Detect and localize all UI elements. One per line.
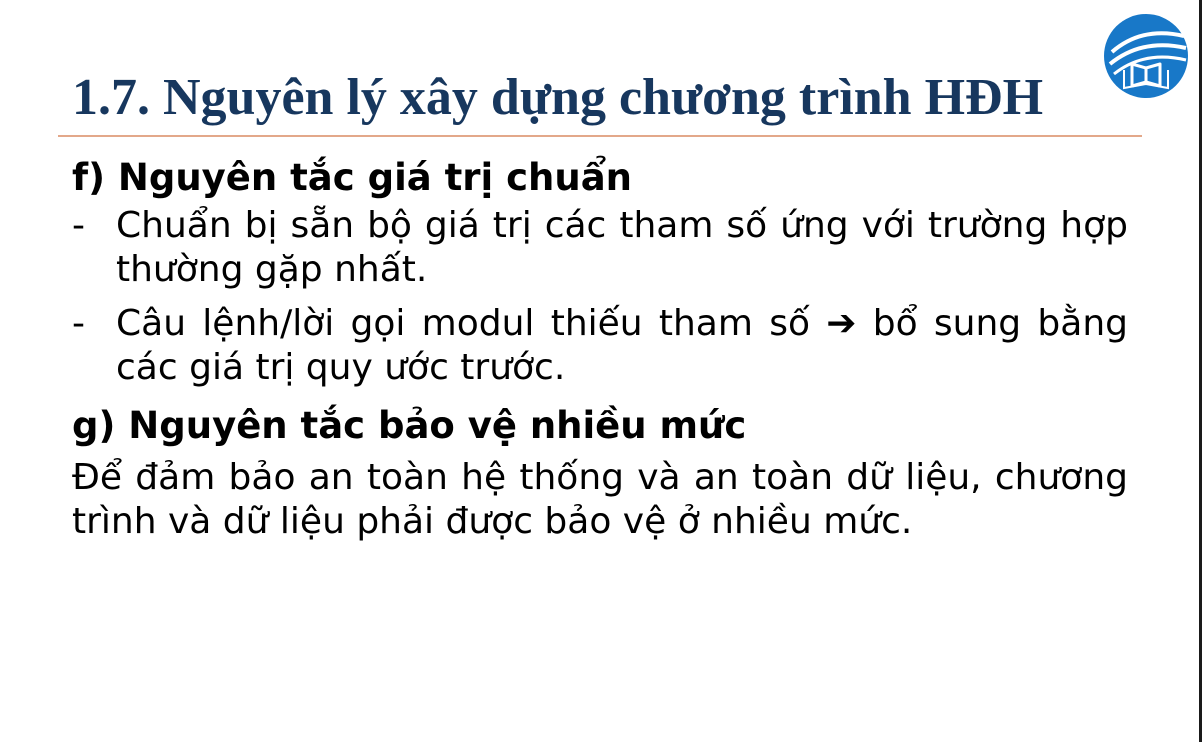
- section-heading-f: f) Nguyên tắc giá trị chuẩn: [72, 156, 633, 199]
- section-paragraph: Để đảm bảo an toàn hệ thống và an toàn d…: [72, 457, 1128, 542]
- bullet-dash: -: [72, 205, 85, 246]
- title-divider: [58, 135, 1142, 137]
- bullet-text-before-arrow: Câu lệnh/lời gọi modul thiếu tham số: [116, 303, 810, 344]
- section-heading-g: g) Nguyên tắc bảo vệ nhiều mức: [72, 404, 747, 447]
- bullet-text: Chuẩn bị sẵn bộ giá trị các tham số ứng …: [116, 205, 1128, 290]
- book-globe-logo-icon: [1104, 14, 1188, 98]
- bullet-item: - Câu lệnh/lời gọi modul thiếu tham số ➔…: [72, 302, 1128, 390]
- bullet-item: - Chuẩn bị sẵn bộ giá trị các tham số ứn…: [72, 204, 1128, 292]
- slide-content: f) Nguyên tắc giá trị chuẩn - Chuẩn bị s…: [72, 152, 1128, 544]
- bullet-dash: -: [72, 303, 85, 344]
- slide-title: 1.7. Nguyên lý xây dựng chương trình HĐH: [72, 69, 1044, 126]
- right-arrow-icon: ➔: [826, 303, 857, 344]
